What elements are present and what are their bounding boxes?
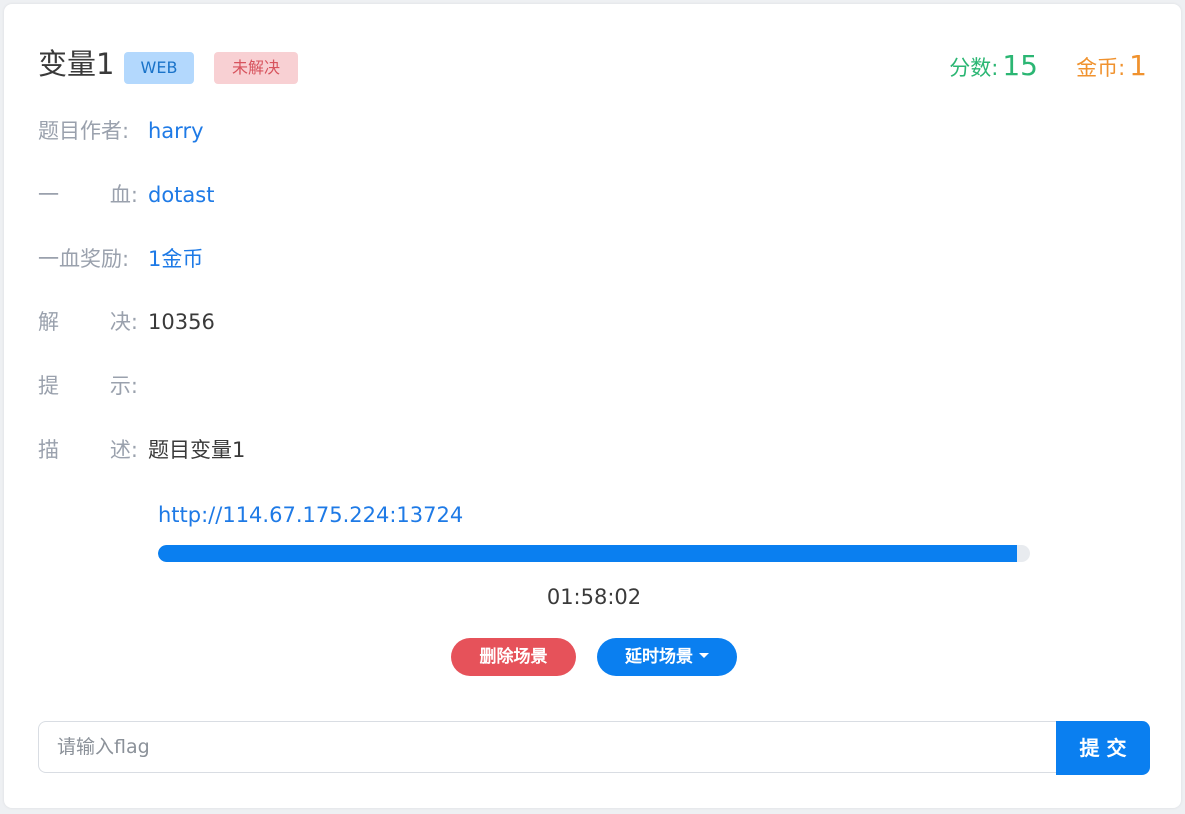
status-badge: 未解决 [214, 52, 298, 84]
scene-url-link[interactable]: http://114.67.175.224:13724 [158, 500, 463, 530]
score-display: 分数: 15 [949, 48, 1038, 88]
submit-label: 提 交 [1079, 736, 1127, 760]
first-blood-label-end: 血: [109, 183, 138, 207]
scene-timer: 01:58:02 [546, 585, 642, 609]
coin-display: 金币: 1 [1076, 48, 1147, 88]
first-blood-reward-label-text: 一血奖励: [38, 247, 130, 271]
score-value: 15 [1002, 49, 1038, 82]
caret-down-icon [699, 653, 709, 658]
coin-label: 金币: [1076, 56, 1126, 80]
challenge-card: 变量1 WEB 未解决 分数: 15 金币: 1 题目作者: harry 一 血: … [4, 4, 1181, 808]
first-blood-value[interactable]: dotast [148, 180, 214, 210]
scene-progress-fill [158, 545, 1017, 562]
author-label-text: 题目作者: [38, 119, 130, 143]
score-label: 分数: [949, 56, 999, 80]
first-blood-label-start: 一 [38, 183, 59, 207]
description-label-end: 述: [109, 438, 138, 462]
delay-scene-label: 延时场景 [625, 647, 693, 667]
challenge-title: 变量1 [38, 47, 115, 81]
delete-scene-button[interactable]: 删除场景 [451, 638, 576, 676]
delete-scene-label: 删除场景 [479, 647, 548, 667]
solves-label-start: 解 [38, 310, 59, 334]
hint-label-end: 示: [109, 374, 138, 398]
first-blood-reward-value: 1金币 [148, 247, 204, 271]
delay-scene-button[interactable]: 延时场景 [597, 638, 737, 676]
description-label-start: 描 [38, 438, 59, 462]
hint-label-start: 提 [38, 374, 59, 398]
coin-value: 1 [1129, 49, 1147, 82]
scene-progress-bar [158, 545, 1030, 562]
category-badge: WEB [124, 52, 194, 84]
flag-input[interactable] [38, 721, 1056, 773]
submit-button[interactable]: 提 交 [1056, 721, 1150, 775]
solves-value: 10356 [148, 310, 215, 334]
author-value[interactable]: harry [148, 116, 204, 146]
solves-label-end: 决: [109, 310, 138, 334]
description-value: 题目变量1 [148, 438, 246, 462]
